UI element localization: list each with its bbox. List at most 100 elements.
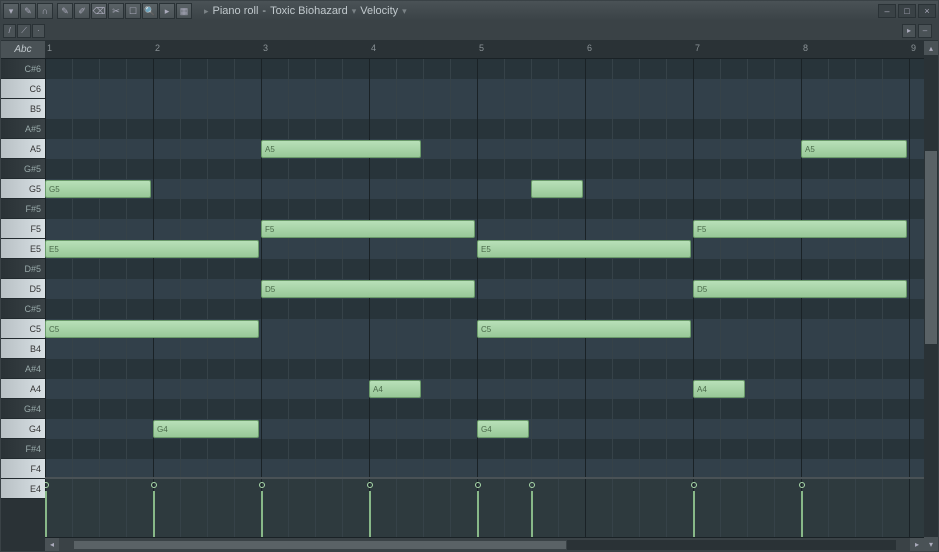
velocity-handle[interactable] <box>691 482 697 488</box>
velocity-bar[interactable] <box>531 491 533 537</box>
velocity-handle[interactable] <box>799 482 805 488</box>
piano-key-B5[interactable]: B5 <box>1 99 45 119</box>
zoom-icon[interactable]: 🔍 <box>142 3 158 19</box>
note-D5[interactable]: D5 <box>261 280 475 298</box>
velocity-pane[interactable] <box>45 477 924 537</box>
note-G5[interactable]: G5 <box>45 180 151 198</box>
porta-tool-icon[interactable]: ⟋ <box>17 24 30 38</box>
piano-key-C#6[interactable]: C#6 <box>1 59 45 79</box>
misc-tool-icon[interactable]: · <box>32 24 45 38</box>
piano-keys-column: Abc C#6C6B5A#5A5G#5G5F#5F5E5D#5D5C#5C5B4… <box>1 41 45 551</box>
bar-marker: 5 <box>479 43 484 53</box>
piano-key-F4[interactable]: F4 <box>1 459 45 479</box>
velocity-handle[interactable] <box>45 482 49 488</box>
play-icon[interactable]: ▸ <box>159 3 175 19</box>
piano-key-G4[interactable]: G4 <box>1 419 45 439</box>
note-G5[interactable] <box>531 180 583 198</box>
piano-roll-window: ▾ ✎ ∩ ✎ ✐ ⌫ ✂ ☐ 🔍 ▸ ▦ ▸ Piano roll - Tox… <box>0 0 939 552</box>
piano-key-B4[interactable]: B4 <box>1 339 45 359</box>
piano-key-C#5[interactable]: C#5 <box>1 299 45 319</box>
slide-tool-icon[interactable]: / <box>3 24 16 38</box>
brush-icon[interactable]: ✐ <box>74 3 90 19</box>
piano-key-F#4[interactable]: F#4 <box>1 439 45 459</box>
note-D5[interactable]: D5 <box>693 280 907 298</box>
piano-key-F5[interactable]: F5 <box>1 219 45 239</box>
vscroll-track[interactable] <box>924 55 938 537</box>
piano-key-F#5[interactable]: F#5 <box>1 199 45 219</box>
magnet-icon[interactable]: ∩ <box>37 3 53 19</box>
velocity-bar[interactable] <box>261 491 263 537</box>
piano-key-E4[interactable]: E4 <box>1 479 45 499</box>
chevron-right-icon: ▸ <box>204 6 209 17</box>
title-mode[interactable]: Velocity <box>360 5 398 17</box>
velocity-bar[interactable] <box>153 491 155 537</box>
dropdown-icon[interactable]: ▾ <box>402 6 407 17</box>
bar-marker: 1 <box>47 43 52 53</box>
note-F5[interactable]: F5 <box>261 220 475 238</box>
note-A4[interactable]: A4 <box>693 380 745 398</box>
minimize-button[interactable]: – <box>878 4 896 18</box>
bar-marker: 4 <box>371 43 376 53</box>
scroll-down-button[interactable]: ▾ <box>924 537 938 551</box>
note-C5[interactable]: C5 <box>45 320 259 338</box>
velocity-bar[interactable] <box>693 491 695 537</box>
note-C5[interactable]: C5 <box>477 320 691 338</box>
piano-key-A#5[interactable]: A#5 <box>1 119 45 139</box>
select-icon[interactable]: ☐ <box>125 3 141 19</box>
scroll-right-button[interactable]: ▸ <box>910 538 924 552</box>
scroll-up-button[interactable]: ▴ <box>924 41 938 55</box>
titlebar: ▾ ✎ ∩ ✎ ✐ ⌫ ✂ ☐ 🔍 ▸ ▦ ▸ Piano roll - Tox… <box>1 1 938 21</box>
piano-key-D#5[interactable]: D#5 <box>1 259 45 279</box>
note-grid[interactable]: A5A5G5F5F5E5E5D5D5C5C5A4A4G4G4 <box>45 59 924 477</box>
bar-marker: 6 <box>587 43 592 53</box>
piano-key-E5[interactable]: E5 <box>1 239 45 259</box>
cut-icon[interactable]: ✂ <box>108 3 124 19</box>
piano-key-G#5[interactable]: G#5 <box>1 159 45 179</box>
velocity-bar[interactable] <box>477 491 479 537</box>
velocity-bar[interactable] <box>801 491 803 537</box>
dropdown-icon[interactable]: ▾ <box>352 6 357 17</box>
velocity-bar[interactable] <box>369 491 371 537</box>
hscroll-track[interactable] <box>73 540 896 550</box>
close-button[interactable]: × <box>918 4 936 18</box>
wrench-icon[interactable]: ✎ <box>20 3 36 19</box>
scroll-left-icon[interactable]: ▸ <box>902 24 916 38</box>
bar-marker: 9 <box>911 43 916 53</box>
scroll-grip-icon[interactable]: – <box>918 24 932 38</box>
velocity-handle[interactable] <box>151 482 157 488</box>
note-F5[interactable]: F5 <box>693 220 907 238</box>
bar-marker: 2 <box>155 43 160 53</box>
velocity-bar[interactable] <box>45 491 47 537</box>
note-A5[interactable]: A5 <box>261 140 421 158</box>
vscroll-thumb[interactable] <box>925 151 937 344</box>
piano-key-G5[interactable]: G5 <box>1 179 45 199</box>
velocity-handle[interactable] <box>367 482 373 488</box>
menu-icon[interactable]: ▾ <box>3 3 19 19</box>
note-E5[interactable]: E5 <box>477 240 691 258</box>
hscroll-thumb[interactable] <box>73 540 567 550</box>
velocity-handle[interactable] <box>529 482 535 488</box>
note-G4[interactable]: G4 <box>477 420 529 438</box>
bar-marker: 3 <box>263 43 268 53</box>
piano-key-D5[interactable]: D5 <box>1 279 45 299</box>
snap-icon[interactable]: ▦ <box>176 3 192 19</box>
piano-key-G#4[interactable]: G#4 <box>1 399 45 419</box>
piano-key-A4[interactable]: A4 <box>1 379 45 399</box>
piano-key-A5[interactable]: A5 <box>1 139 45 159</box>
velocity-handle[interactable] <box>259 482 265 488</box>
note-A4[interactable]: A4 <box>369 380 421 398</box>
title-instrument[interactable]: Toxic Biohazard <box>270 5 348 17</box>
velocity-handle[interactable] <box>475 482 481 488</box>
pencil-icon[interactable]: ✎ <box>57 3 73 19</box>
keys-header[interactable]: Abc <box>1 41 45 59</box>
scroll-left-button[interactable]: ◂ <box>45 538 59 552</box>
erase-icon[interactable]: ⌫ <box>91 3 107 19</box>
note-G4[interactable]: G4 <box>153 420 259 438</box>
note-E5[interactable]: E5 <box>45 240 259 258</box>
piano-key-C5[interactable]: C5 <box>1 319 45 339</box>
piano-key-A#4[interactable]: A#4 <box>1 359 45 379</box>
maximize-button[interactable]: □ <box>898 4 916 18</box>
timeline-ruler[interactable]: 123456789 <box>45 41 924 59</box>
note-A5[interactable]: A5 <box>801 140 907 158</box>
piano-key-C6[interactable]: C6 <box>1 79 45 99</box>
